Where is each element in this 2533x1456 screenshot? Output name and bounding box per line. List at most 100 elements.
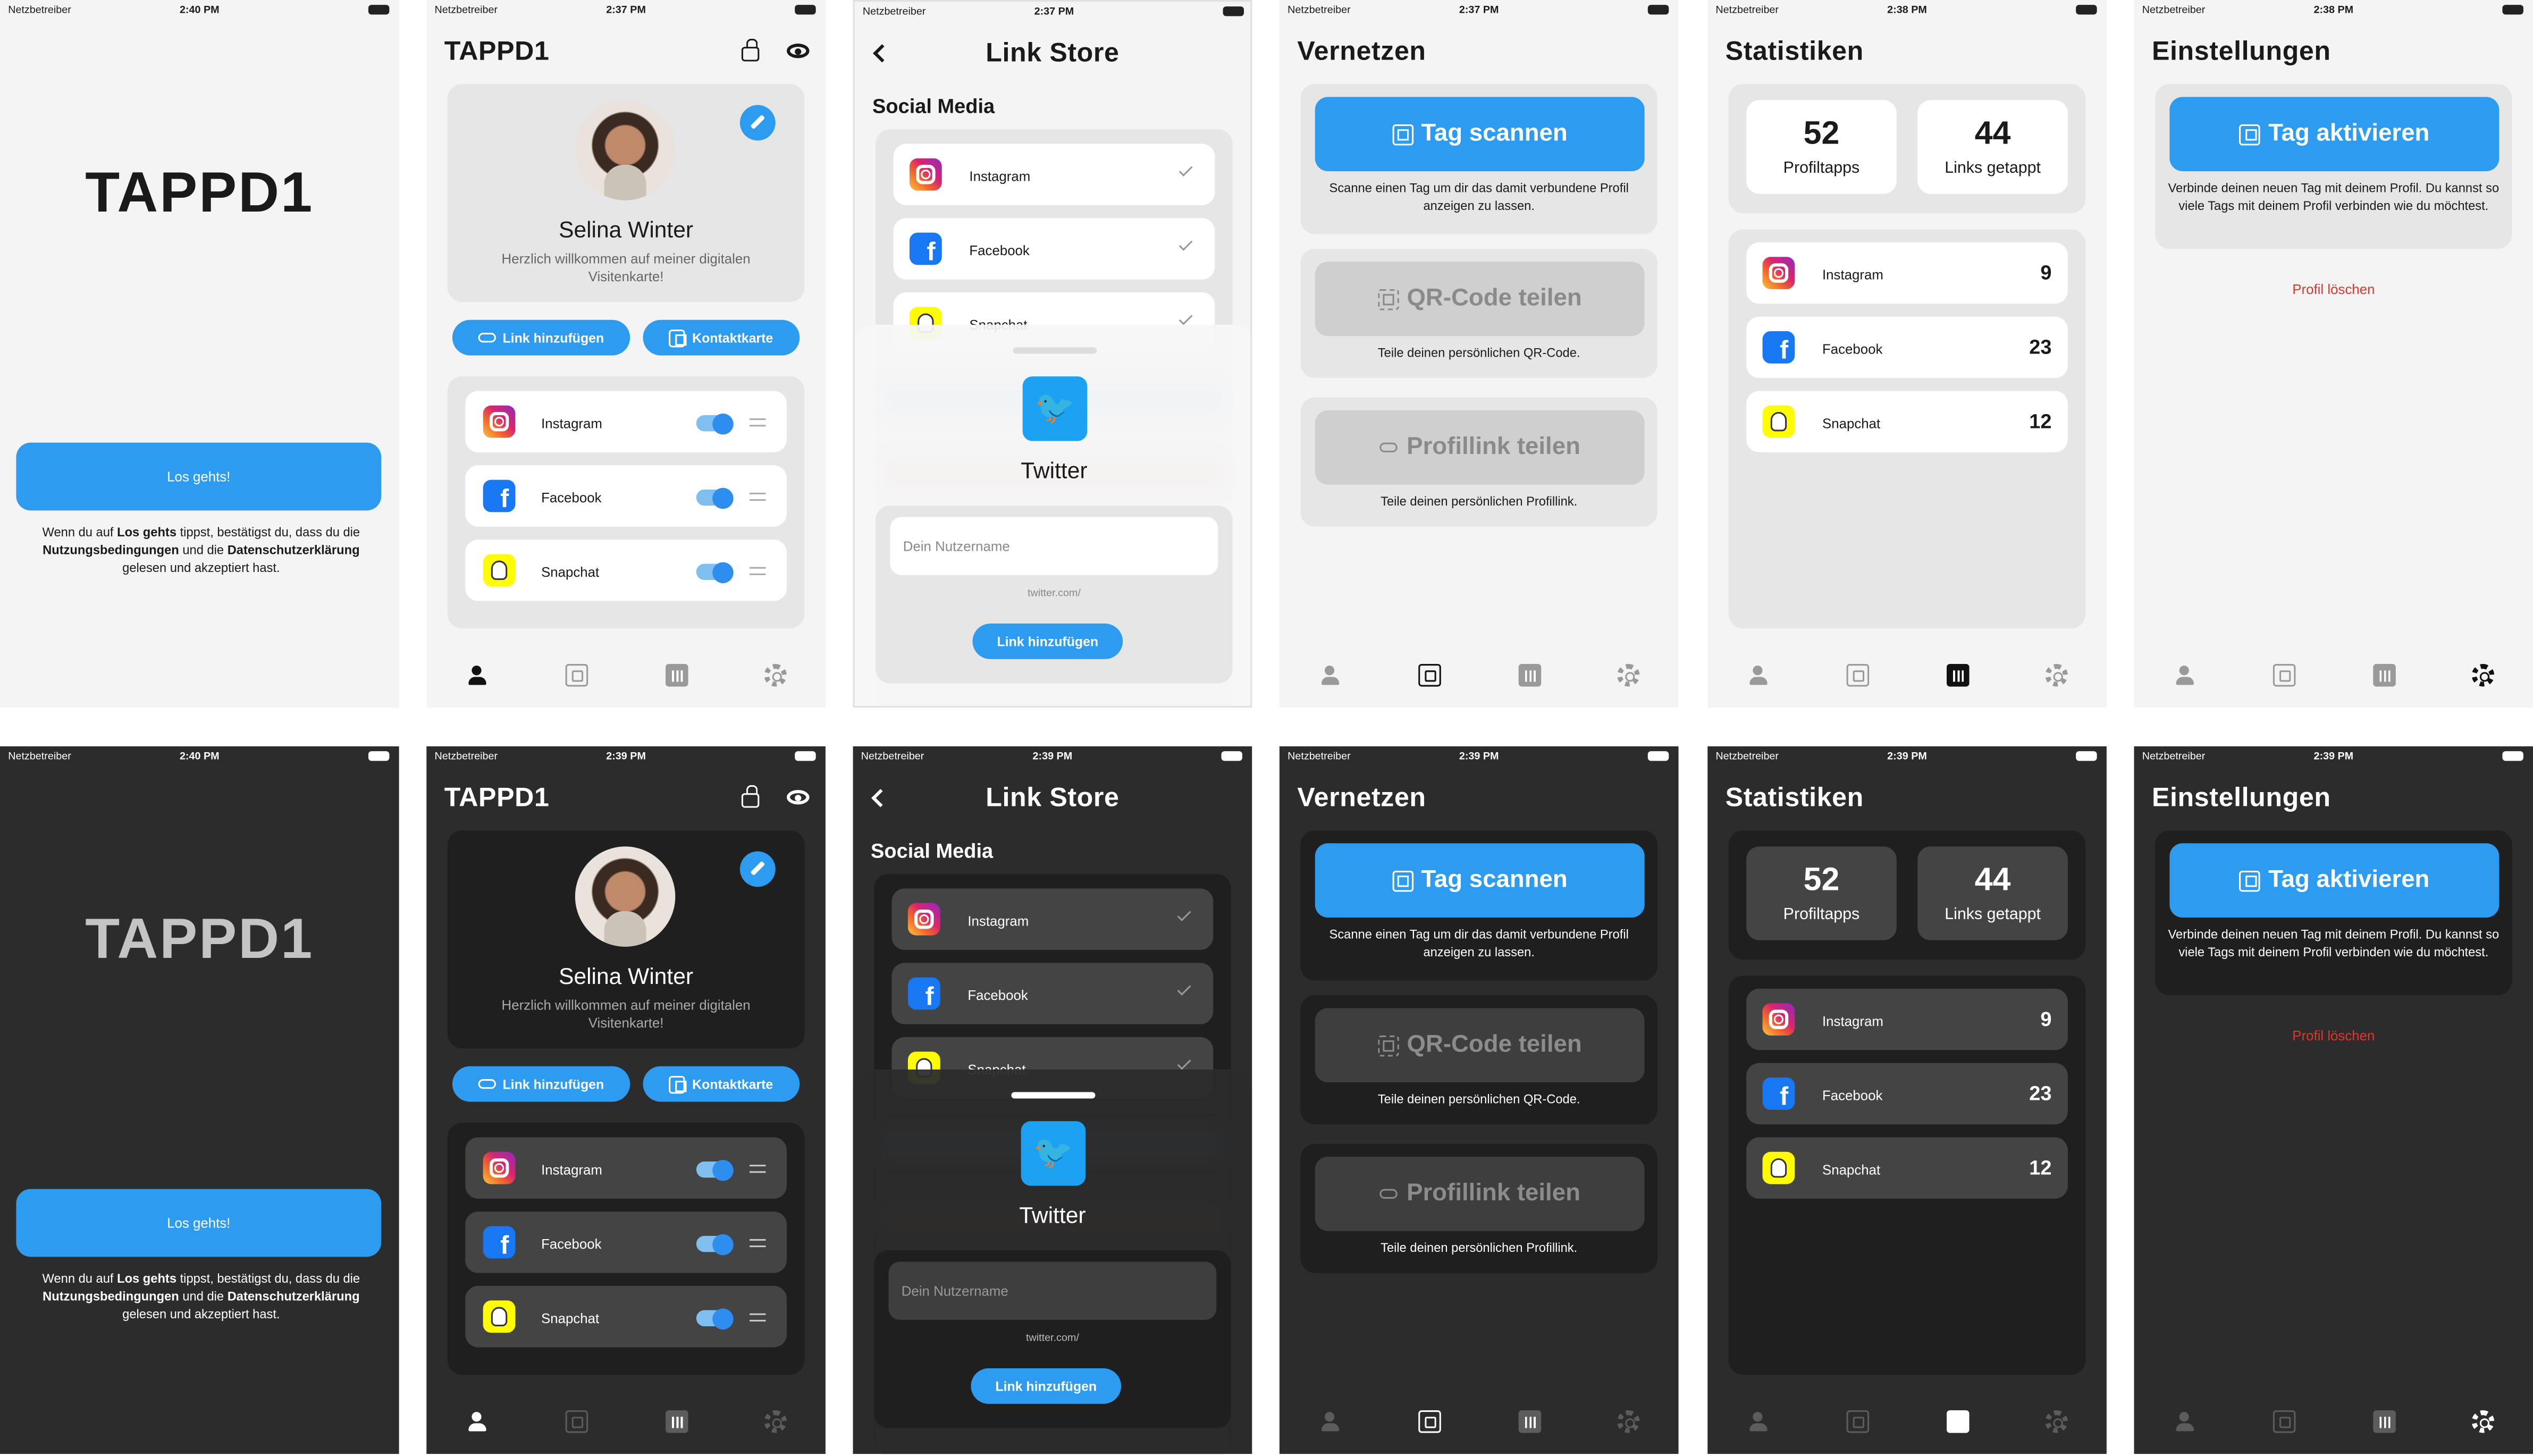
drag-handle-icon[interactable] [750,1313,766,1322]
tag-tab-icon[interactable] [1418,1410,1441,1433]
profile-tab-icon[interactable] [465,664,488,687]
stats-tab-icon[interactable] [666,664,688,687]
tag-tab-icon[interactable] [1418,664,1441,687]
legal-link[interactable]: Los gehts [117,525,176,540]
lock-icon[interactable] [741,785,760,808]
stats-tab-icon[interactable] [666,1410,688,1433]
scan-tag-button[interactable]: Tag scannen [1315,843,1645,918]
stats-row-value: 12 [2029,410,2052,433]
stats-tab-icon[interactable] [1946,664,1970,687]
profile-tab-icon[interactable] [465,1410,488,1433]
page-title: Vernetzen [1297,783,1426,813]
profile-tab-icon[interactable] [1318,1410,1341,1433]
settings-tab-icon[interactable] [764,664,787,687]
link-row[interactable]: Snapchat [465,540,787,601]
preview-eye-icon[interactable] [786,44,810,58]
link-visibility-toggle[interactable] [696,561,734,583]
link-visibility-toggle[interactable] [696,413,734,434]
legal-link[interactable]: Datenschutzerklärung [228,1289,360,1303]
screenshot-grid: Netzbetreiber 2:40 PM TAPPD1 Los gehts! Wenn… [0,0,2533,1455]
delete-profile-link[interactable]: Profil löschen [2134,281,2533,297]
nfc-tag-icon [2239,870,2260,891]
lock-icon[interactable] [741,38,760,62]
edit-profile-button[interactable] [739,105,776,141]
profile-tab-icon[interactable] [1318,664,1341,687]
legal-link[interactable]: Nutzungsbedingungen [43,1289,179,1303]
settings-tab-icon[interactable] [2471,1410,2495,1433]
add-link-button[interactable]: Link hinzufügen [452,1066,630,1102]
battery-icon [368,5,390,15]
stats-row-value: 9 [2040,262,2052,284]
store-item[interactable]: Instagram [893,144,1215,205]
drag-handle-icon[interactable] [750,492,766,501]
add-link-button[interactable]: Link hinzufügen [452,319,630,356]
link-row[interactable]: f Facebook [465,465,787,527]
tag-tab-icon[interactable] [565,664,588,687]
stats-tab-icon[interactable] [2373,664,2396,687]
profile-tab-icon[interactable] [2173,1410,2195,1433]
store-item[interactable]: f Facebook [891,963,1214,1024]
drag-handle-icon[interactable] [750,1239,766,1248]
stats-summary-card: 52 Profiltapps 44 Links getappt [1728,84,2086,214]
sheet-grabber[interactable] [1013,347,1097,354]
tag-tab-icon[interactable] [1846,664,1870,687]
legal-link[interactable]: Los gehts [117,1272,176,1286]
stats-row-value: 23 [2029,336,2052,359]
activate-tag-button[interactable]: Tag aktivieren [2169,843,2500,918]
settings-tab-icon[interactable] [764,1410,787,1433]
settings-tab-icon[interactable] [1617,664,1640,687]
legal-link[interactable]: Datenschutzerklärung [228,543,360,557]
add-link-submit-button[interactable]: Link hinzufügen [972,624,1123,659]
preview-eye-icon[interactable] [786,790,810,805]
store-item[interactable]: Instagram [891,888,1214,950]
legal-text: tippst, bestätigst du, dass du die [176,525,360,540]
link-visibility-toggle[interactable] [696,487,734,508]
link-visibility-toggle[interactable] [696,1159,734,1180]
stats-tab-icon[interactable] [1946,1410,1970,1433]
get-started-button[interactable]: Los gehts! [16,1189,382,1257]
link-row[interactable]: Instagram [465,391,787,452]
contact-card-button[interactable]: Kontaktkarte [643,319,800,356]
username-input[interactable]: Dein Nutzername [890,517,1218,575]
links-list: Instagram f Facebook Snapchat [447,1123,805,1375]
drag-handle-icon[interactable] [750,418,766,427]
drag-handle-icon[interactable] [750,1165,766,1173]
delete-profile-link[interactable]: Profil löschen [2134,1028,2533,1043]
profile-tab-icon[interactable] [1746,664,1769,687]
tag-tab-icon[interactable] [1846,1410,1870,1433]
share-profile-link-button[interactable]: Profillink teilen [1315,1156,1645,1231]
share-qr-button[interactable]: QR-Code teilen [1315,262,1645,336]
settings-tab-icon[interactable] [2471,664,2495,687]
profile-tab-icon[interactable] [1746,1410,1769,1433]
link-store-screen-dark: Netzbetreiber 2:39 PM Link Store Social Med… [853,746,1252,1454]
add-link-submit-button[interactable]: Link hinzufügen [971,1368,1122,1404]
tag-tab-icon[interactable] [2273,1410,2296,1433]
legal-link[interactable]: Nutzungsbedingungen [43,543,179,557]
link-visibility-toggle[interactable] [696,1308,734,1329]
contact-card-button[interactable]: Kontaktkarte [643,1066,800,1102]
link-row[interactable]: f Facebook [465,1211,787,1273]
settings-tab-icon[interactable] [1617,1410,1640,1433]
stats-tab-icon[interactable] [1518,1410,1542,1433]
stats-tab-icon[interactable] [1518,664,1542,687]
stats-tab-icon[interactable] [2373,1410,2396,1433]
tag-tab-icon[interactable] [2273,664,2296,687]
link-row[interactable]: Instagram [465,1137,787,1199]
drag-handle-icon[interactable] [750,567,766,575]
tag-tab-icon[interactable] [565,1410,588,1433]
get-started-button[interactable]: Los gehts! [16,442,382,511]
link-visibility-toggle[interactable] [696,1233,734,1255]
qr-code-icon [1377,288,1399,310]
share-qr-button[interactable]: QR-Code teilen [1315,1008,1645,1083]
activate-tag-button[interactable]: Tag aktivieren [2169,97,2500,172]
store-item[interactable]: f Facebook [893,218,1215,280]
link-row[interactable]: Snapchat [465,1286,787,1348]
username-input[interactable]: Dein Nutzername [888,1261,1217,1320]
scan-tag-button[interactable]: Tag scannen [1315,97,1645,172]
share-profile-link-button[interactable]: Profillink teilen [1315,410,1645,485]
settings-tab-icon[interactable] [2045,664,2068,687]
profile-tab-icon[interactable] [2173,664,2195,687]
settings-tab-icon[interactable] [2045,1410,2068,1433]
edit-profile-button[interactable] [739,851,776,887]
sheet-grabber[interactable] [1011,1092,1096,1099]
